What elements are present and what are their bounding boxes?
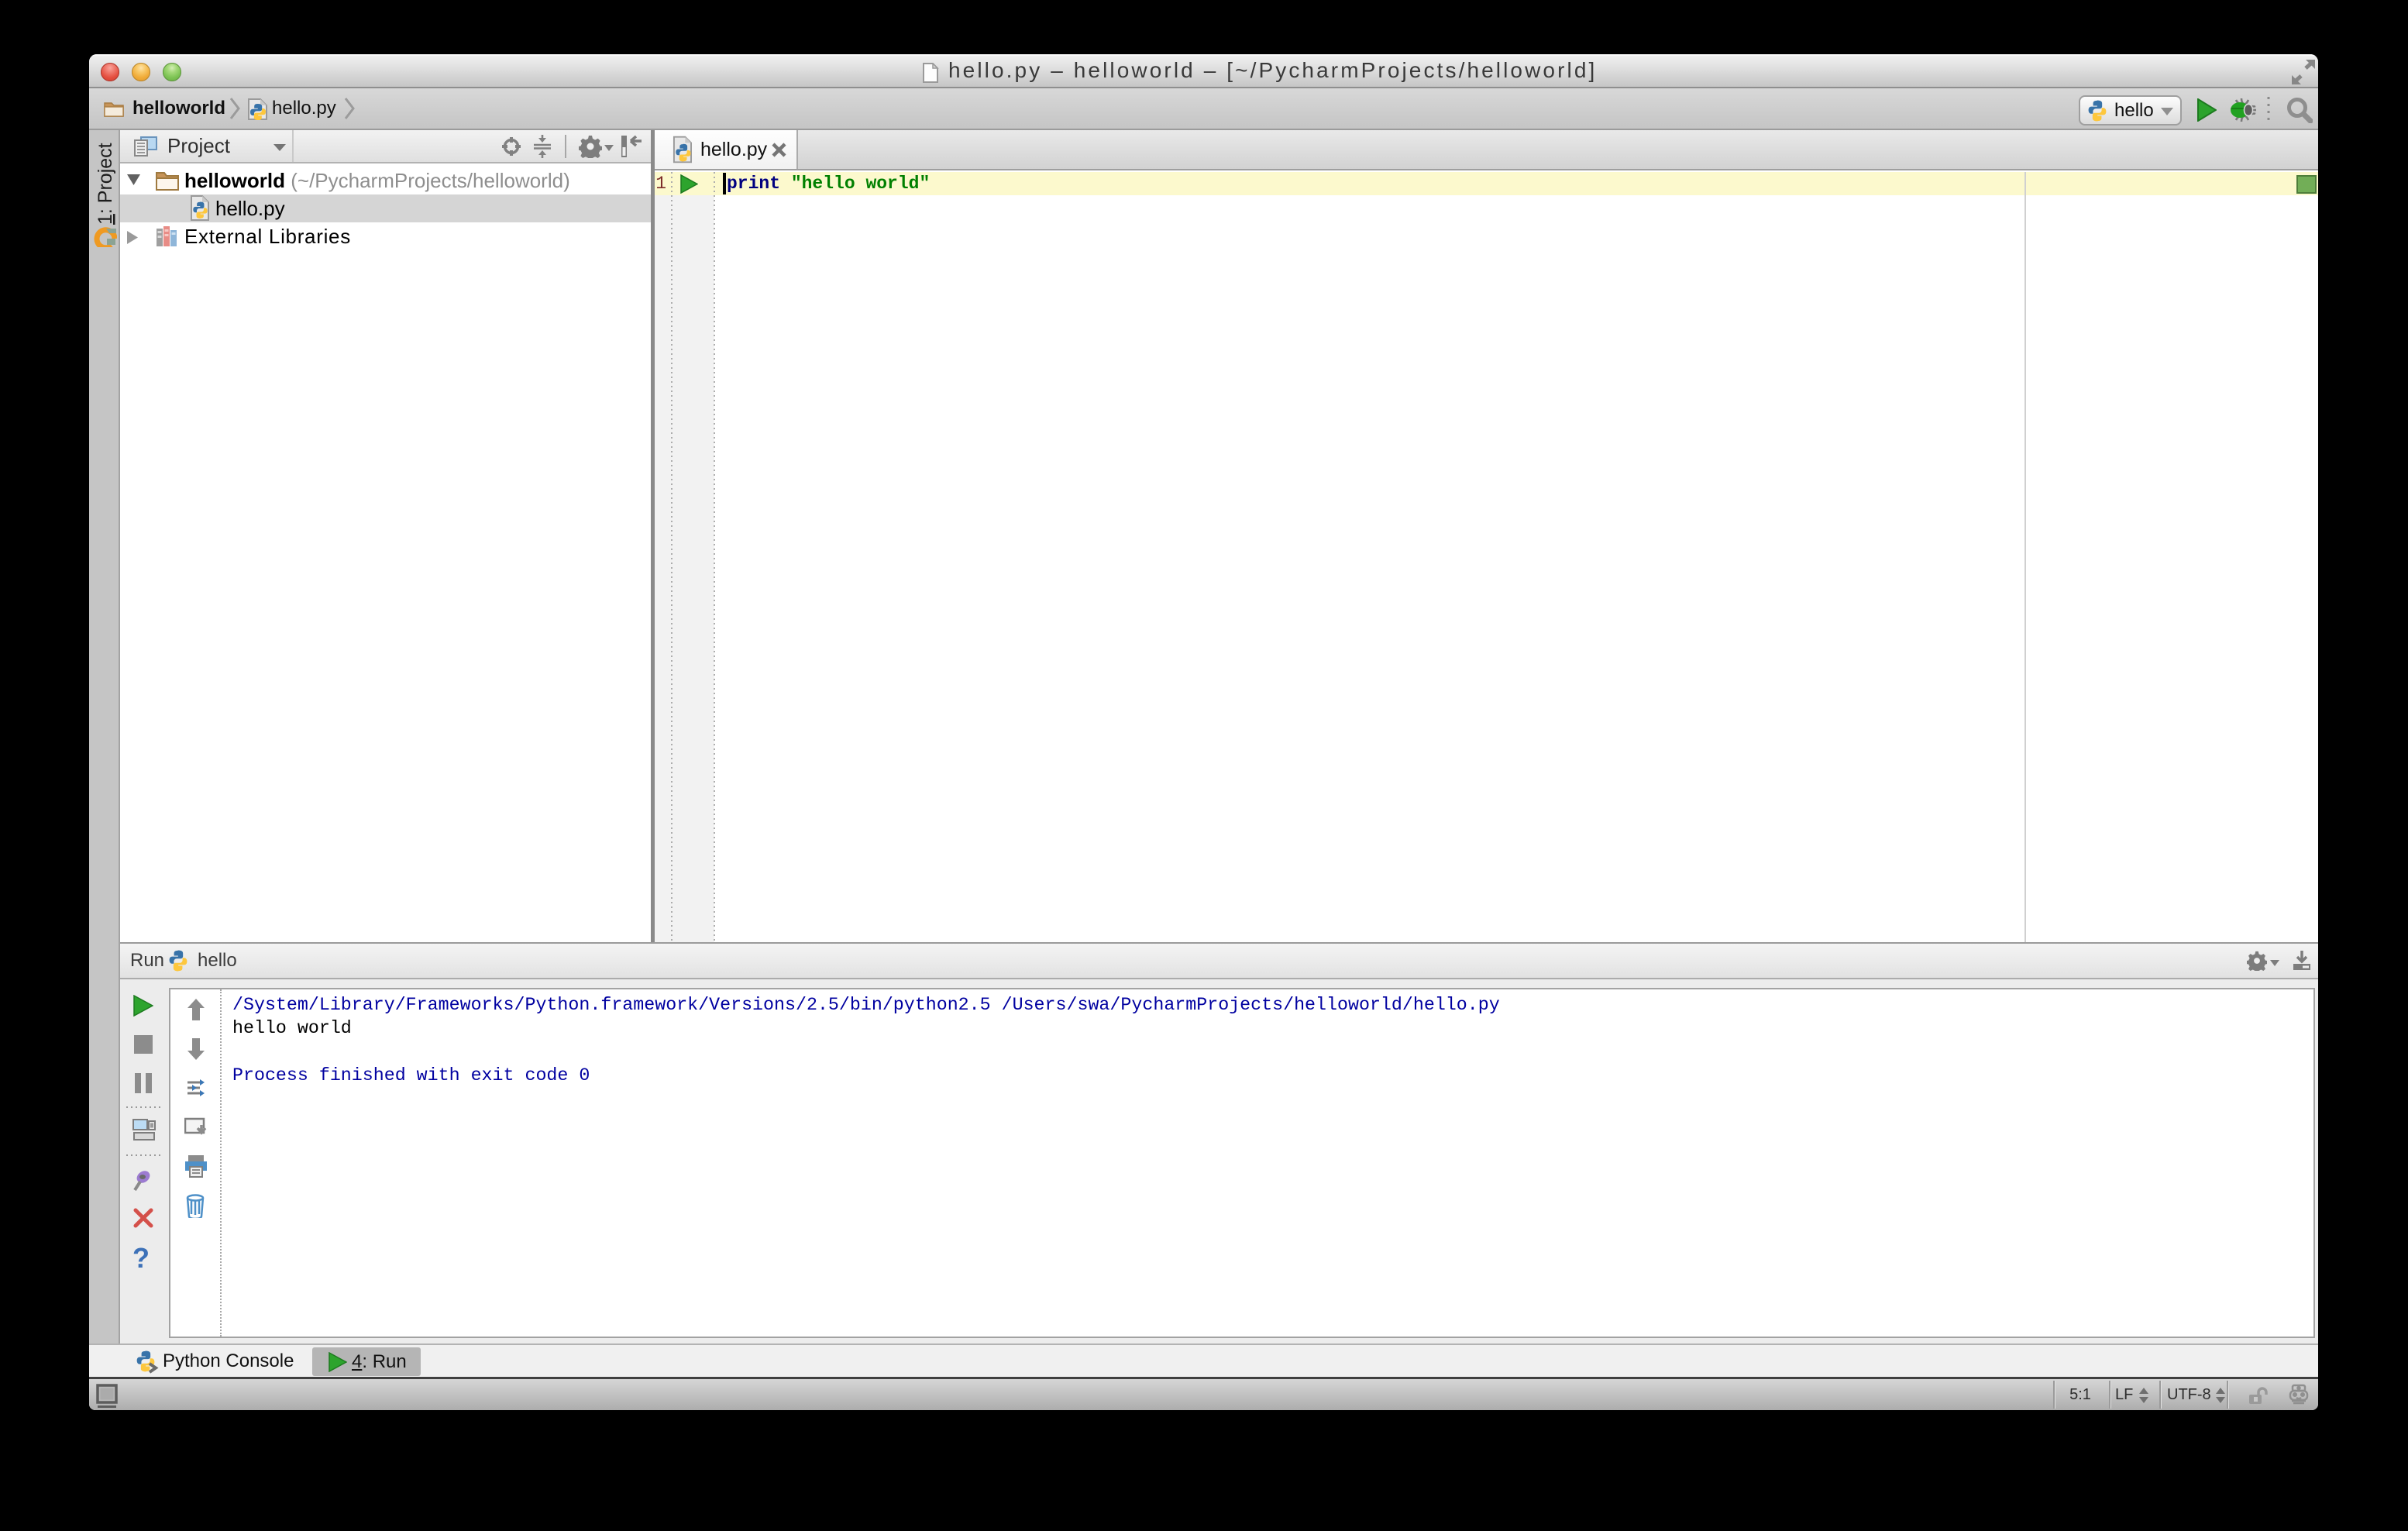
svg-text:1: Project: 1: Project (95, 143, 116, 225)
